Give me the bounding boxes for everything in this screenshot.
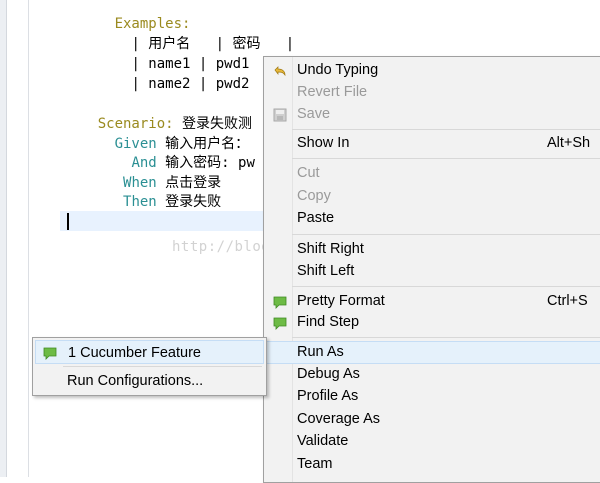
- code-line-6: Given 输入用户名：: [114, 136, 250, 152]
- code-line-8: When 点击登录: [123, 175, 222, 191]
- menu-item-copy[interactable]: Copy: [264, 186, 600, 208]
- code-line-3: | name1 | pwd1: [131, 56, 250, 72]
- submenu-item-cucumber-feature[interactable]: 1 Cucumber Feature: [35, 340, 264, 364]
- cucumber-icon: [273, 317, 287, 330]
- current-line-highlight: [60, 211, 265, 231]
- menu-separator: [292, 158, 600, 159]
- code-line-4: | name2 | pwd2: [131, 76, 250, 92]
- submenu-separator: [63, 366, 262, 367]
- submenu-item-run-configurations[interactable]: Run Configurations...: [35, 369, 264, 393]
- menu-item-shift-right[interactable]: Shift Right: [264, 239, 600, 261]
- menu-item-save[interactable]: Save: [264, 104, 600, 126]
- run-as-submenu: 1 Cucumber Feature Run Configurations...: [32, 337, 267, 396]
- menu-separator: [292, 234, 600, 235]
- menu-separator: [292, 129, 600, 130]
- code-line-9: Then 登录失败: [123, 194, 222, 210]
- menu-item-cut[interactable]: Cut: [264, 163, 600, 185]
- text-caret: [67, 213, 69, 230]
- undo-icon: [274, 66, 286, 77]
- code-line-1: Examples:: [114, 16, 191, 32]
- cucumber-icon: [273, 296, 287, 309]
- menu-separator: [292, 337, 600, 338]
- context-menu: Undo Typing Revert File Save Show In Alt…: [263, 56, 600, 483]
- menu-item-coverage-as[interactable]: Coverage As: [264, 409, 600, 431]
- save-icon: [273, 108, 287, 122]
- code-line-5: Scenario: 登录失败测: [97, 116, 253, 132]
- menu-item-team[interactable]: Team: [264, 454, 600, 476]
- menu-item-run-as[interactable]: Run As: [264, 341, 600, 364]
- code-line-2: | 用户名 | 密码 |: [131, 36, 295, 52]
- menu-item-show-in[interactable]: Show In Alt+Sh: [264, 133, 600, 155]
- menu-item-undo-typing[interactable]: Undo Typing: [264, 60, 600, 82]
- menu-item-shift-left[interactable]: Shift Left: [264, 261, 600, 283]
- menu-item-paste[interactable]: Paste: [264, 208, 600, 230]
- cucumber-icon: [43, 347, 57, 360]
- menu-item-debug-as[interactable]: Debug As: [264, 364, 600, 386]
- menu-item-find-step[interactable]: Find Step: [264, 312, 600, 334]
- code-line-7: And 输入密码: pw: [131, 155, 255, 171]
- menu-item-pretty-format[interactable]: Pretty Format Ctrl+S: [264, 291, 600, 313]
- menu-item-profile-as[interactable]: Profile As: [264, 386, 600, 408]
- menu-item-validate[interactable]: Validate: [264, 431, 600, 453]
- menu-item-revert-file[interactable]: Revert File: [264, 82, 600, 104]
- editor-left-ruler: [0, 0, 7, 477]
- menu-separator: [292, 286, 600, 287]
- editor-gutter-line: [28, 0, 29, 477]
